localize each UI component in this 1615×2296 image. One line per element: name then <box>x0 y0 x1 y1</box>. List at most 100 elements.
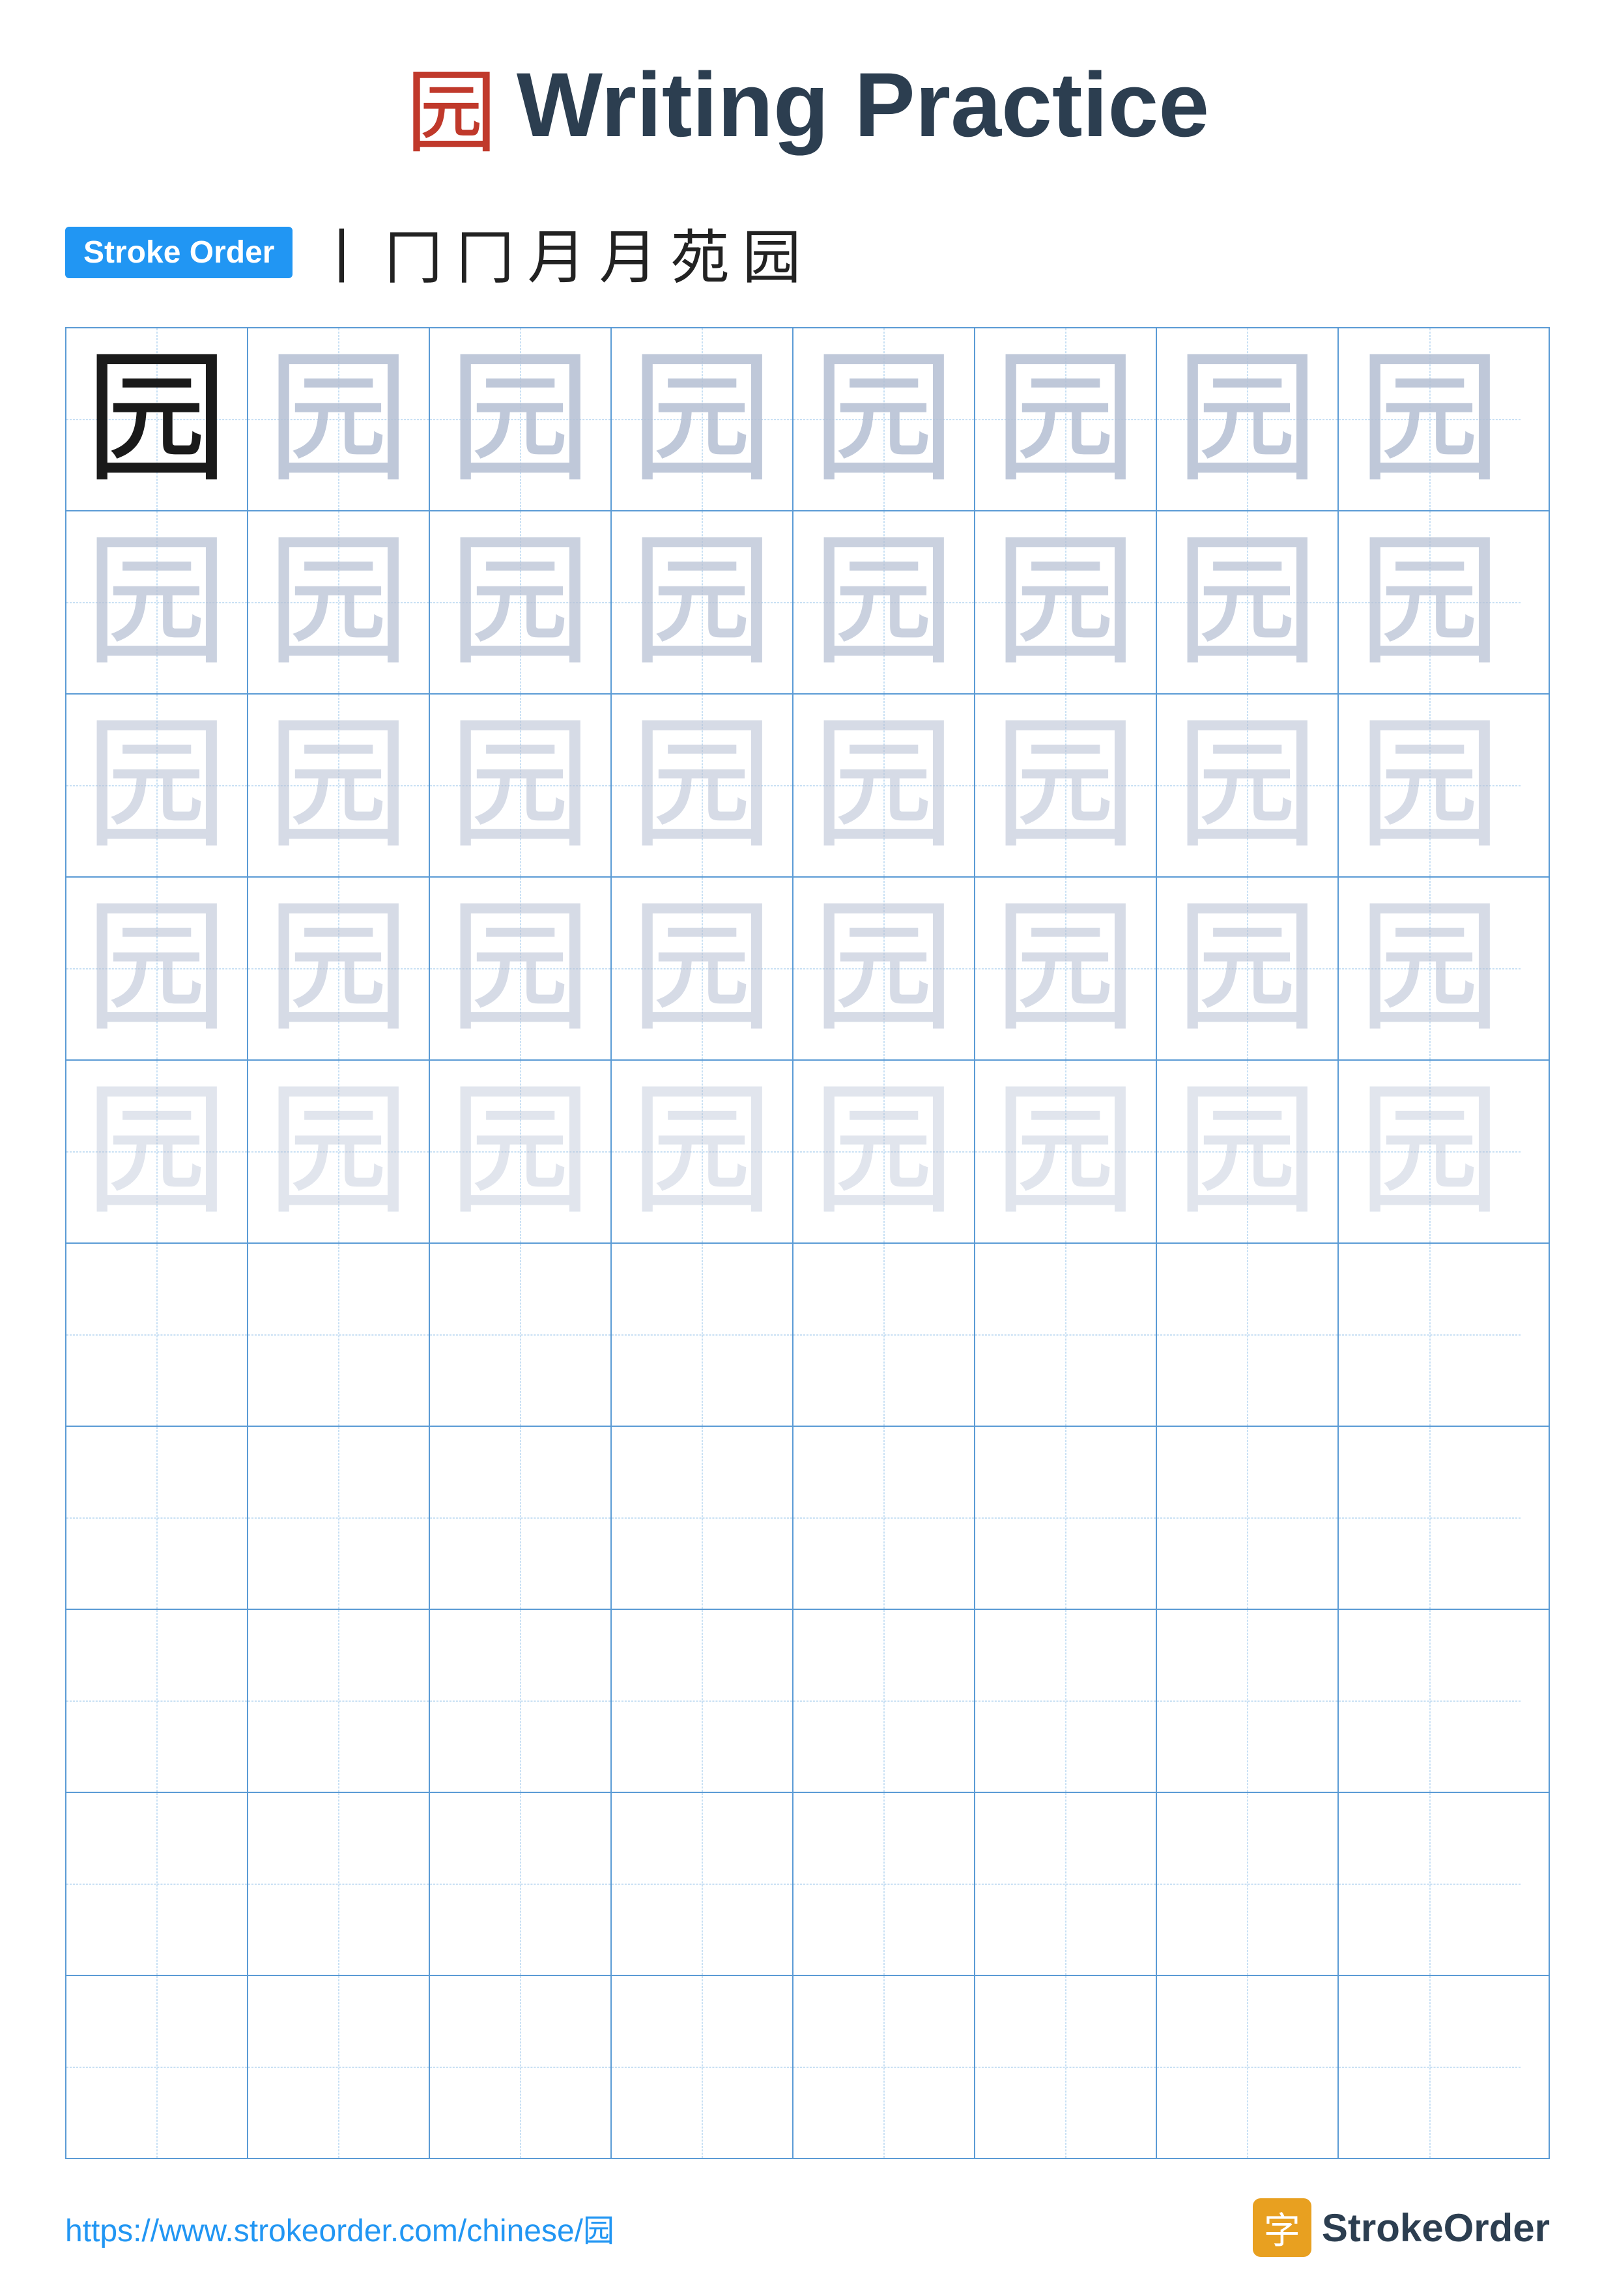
grid-cell[interactable]: 园 <box>248 878 430 1059</box>
grid-row: 园 园 园 园 园 园 园 园 <box>66 695 1549 878</box>
practice-char: 园 <box>85 348 228 491</box>
stroke-seq-1: 丨 <box>312 210 371 294</box>
grid-cell[interactable] <box>1339 1610 1521 1792</box>
grid-cell[interactable] <box>793 1976 975 2158</box>
grid-cell[interactable]: 园 <box>430 695 612 876</box>
grid-cell[interactable]: 园 <box>430 878 612 1059</box>
practice-char: 园 <box>1358 897 1501 1040</box>
grid-cell[interactable]: 园 <box>612 878 793 1059</box>
grid-cell[interactable]: 园 <box>1157 511 1339 693</box>
grid-cell[interactable]: 园 <box>612 511 793 693</box>
grid-cell[interactable] <box>975 1244 1157 1426</box>
grid-cell[interactable] <box>1157 1976 1339 2158</box>
grid-cell[interactable]: 园 <box>1339 511 1521 693</box>
grid-cell[interactable] <box>612 1793 793 1975</box>
grid-cell[interactable]: 园 <box>430 328 612 510</box>
grid-cell[interactable]: 园 <box>612 328 793 510</box>
grid-cell[interactable] <box>430 1793 612 1975</box>
grid-cell[interactable] <box>612 1610 793 1792</box>
footer: https://www.strokeorder.com/chinese/园 字 … <box>65 2159 1550 2257</box>
title-row: 园 Writing Practice <box>65 39 1550 171</box>
grid-cell[interactable] <box>248 1610 430 1792</box>
grid-cell[interactable]: 园 <box>793 511 975 693</box>
grid-cell[interactable] <box>66 1610 248 1792</box>
grid-cell[interactable]: 园 <box>793 695 975 876</box>
grid-cell[interactable] <box>66 1427 248 1609</box>
grid-cell[interactable] <box>1339 1244 1521 1426</box>
grid-cell[interactable] <box>793 1610 975 1792</box>
footer-url[interactable]: https://www.strokeorder.com/chinese/园 <box>65 2205 614 2250</box>
grid-cell[interactable] <box>975 1976 1157 2158</box>
grid-cell[interactable] <box>793 1793 975 1975</box>
grid-cell[interactable] <box>1339 1427 1521 1609</box>
grid-cell[interactable] <box>430 1976 612 2158</box>
grid-cell[interactable]: 园 <box>793 328 975 510</box>
grid-cell[interactable]: 园 <box>1157 328 1339 510</box>
grid-cell[interactable]: 园 <box>1339 1061 1521 1242</box>
grid-cell[interactable]: 园 <box>248 695 430 876</box>
grid-cell[interactable] <box>430 1244 612 1426</box>
grid-cell[interactable] <box>793 1427 975 1609</box>
grid-cell[interactable] <box>1157 1244 1339 1426</box>
stroke-seq-4: 月 <box>527 210 586 294</box>
grid-cell[interactable]: 园 <box>66 878 248 1059</box>
practice-char: 园 <box>630 1080 773 1224</box>
grid-cell[interactable]: 园 <box>612 1061 793 1242</box>
grid-cell[interactable]: 园 <box>248 328 430 510</box>
grid-cell[interactable]: 园 <box>1157 695 1339 876</box>
grid-cell[interactable]: 园 <box>975 1061 1157 1242</box>
grid-cell[interactable]: 园 <box>793 1061 975 1242</box>
grid-cell[interactable] <box>612 1244 793 1426</box>
grid-cell[interactable]: 园 <box>66 1061 248 1242</box>
grid-cell[interactable] <box>1157 1610 1339 1792</box>
grid-cell[interactable]: 园 <box>1339 695 1521 876</box>
grid-cell[interactable] <box>612 1427 793 1609</box>
title-character: 园 <box>406 39 497 171</box>
grid-cell[interactable]: 园 <box>975 328 1157 510</box>
grid-cell[interactable] <box>430 1610 612 1792</box>
grid-cell[interactable]: 园 <box>975 878 1157 1059</box>
grid-cell[interactable] <box>793 1244 975 1426</box>
grid-cell[interactable] <box>430 1427 612 1609</box>
grid-cell[interactable]: 园 <box>430 1061 612 1242</box>
brand-char: 字 <box>1264 2202 1300 2254</box>
practice-char: 园 <box>266 531 410 674</box>
practice-char: 园 <box>85 714 228 857</box>
grid-cell[interactable] <box>248 1976 430 2158</box>
grid-cell[interactable] <box>66 1976 248 2158</box>
grid-cell[interactable] <box>248 1793 430 1975</box>
grid-cell[interactable] <box>66 1793 248 1975</box>
grid-cell[interactable] <box>1157 1793 1339 1975</box>
grid-cell[interactable]: 园 <box>66 511 248 693</box>
practice-char: 园 <box>1358 348 1501 491</box>
grid-cell[interactable]: 园 <box>975 695 1157 876</box>
grid-row: 园 园 园 园 园 园 园 园 <box>66 878 1549 1061</box>
practice-char: 园 <box>85 1080 228 1224</box>
grid-cell[interactable]: 园 <box>975 511 1157 693</box>
grid-cell[interactable] <box>612 1976 793 2158</box>
grid-cell[interactable] <box>1339 1793 1521 1975</box>
grid-cell[interactable]: 园 <box>1157 1061 1339 1242</box>
grid-cell[interactable]: 园 <box>66 328 248 510</box>
grid-cell[interactable] <box>975 1427 1157 1609</box>
grid-cell[interactable]: 园 <box>612 695 793 876</box>
stroke-sequence: 丨 冂 冂 月 月 苑 园 <box>312 210 801 294</box>
practice-char: 园 <box>630 897 773 1040</box>
grid-cell[interactable]: 园 <box>793 878 975 1059</box>
grid-cell[interactable]: 园 <box>430 511 612 693</box>
practice-char: 园 <box>993 714 1137 857</box>
grid-cell[interactable]: 园 <box>1339 328 1521 510</box>
grid-cell[interactable] <box>248 1244 430 1426</box>
practice-char: 园 <box>1175 1080 1319 1224</box>
grid-cell[interactable] <box>1339 1976 1521 2158</box>
grid-cell[interactable]: 园 <box>248 1061 430 1242</box>
grid-cell[interactable]: 园 <box>66 695 248 876</box>
grid-cell[interactable]: 园 <box>248 511 430 693</box>
grid-cell[interactable] <box>975 1793 1157 1975</box>
grid-cell[interactable]: 园 <box>1339 878 1521 1059</box>
grid-cell[interactable] <box>975 1610 1157 1792</box>
grid-cell[interactable] <box>248 1427 430 1609</box>
grid-cell[interactable]: 园 <box>1157 878 1339 1059</box>
grid-cell[interactable] <box>1157 1427 1339 1609</box>
grid-cell[interactable] <box>66 1244 248 1426</box>
